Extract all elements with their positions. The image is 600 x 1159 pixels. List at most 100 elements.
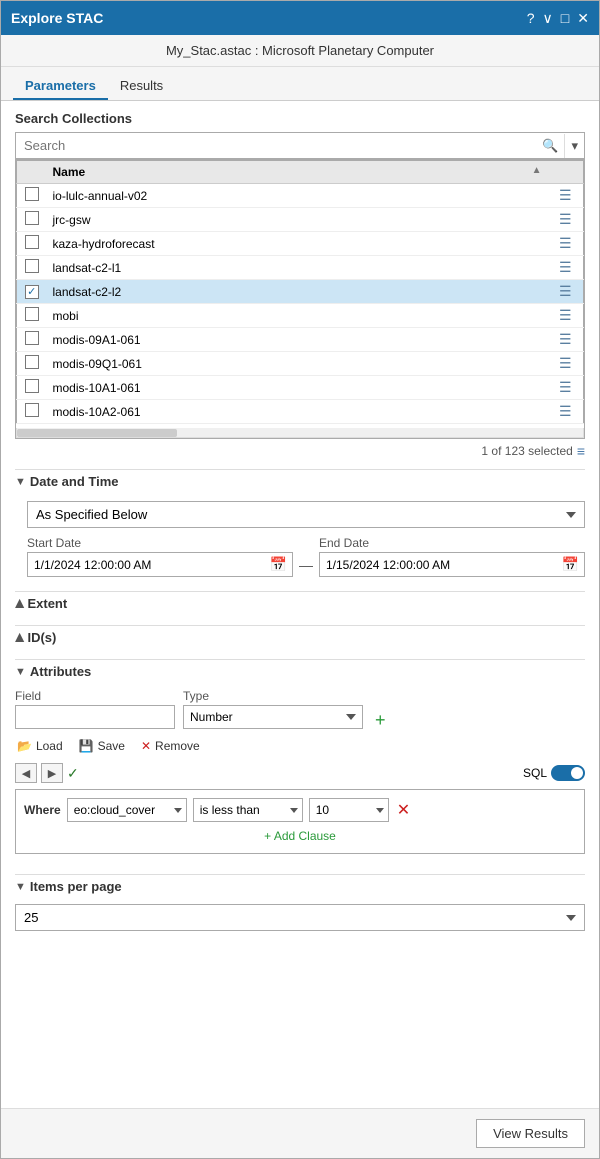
end-date-calendar-icon[interactable]: 📅 — [557, 553, 584, 576]
row-info-icon[interactable]: ☰ — [548, 400, 584, 424]
window-title: Explore STAC — [11, 10, 103, 26]
row-check-cell[interactable] — [17, 376, 47, 400]
view-results-button[interactable]: View Results — [476, 1119, 585, 1148]
extent-section: ▶ Extent — [15, 591, 585, 615]
checkbox[interactable] — [25, 307, 39, 321]
row-info-icon[interactable]: ☰ — [548, 376, 584, 400]
row-name: landsat-c2-l1 — [47, 256, 548, 280]
search-dropdown-arrow[interactable]: ▾ — [564, 134, 584, 158]
table-header-row: Name ▲ — [17, 161, 584, 184]
attributes-header[interactable]: ▼ Attributes — [15, 659, 585, 683]
sql-toggle-thumb — [571, 767, 583, 779]
date-separator: — — [299, 541, 313, 573]
row-check-cell[interactable] — [17, 256, 47, 280]
checkbox[interactable] — [25, 259, 39, 273]
type-select[interactable]: Number String Date — [183, 705, 363, 729]
row-check-cell[interactable] — [17, 280, 47, 304]
header-icon — [548, 161, 584, 184]
checkbox[interactable] — [25, 235, 39, 249]
load-icon: 📂 — [17, 739, 32, 753]
sql-toggle-track[interactable] — [551, 765, 585, 781]
add-clause-button[interactable]: + Add Clause — [264, 829, 336, 843]
collapse-icon[interactable]: ∨ — [543, 10, 553, 27]
start-date-group: Start Date 📅 — [27, 536, 293, 577]
where-delete-button[interactable]: ✕ — [397, 800, 410, 820]
date-time-header[interactable]: ▼ Date and Time — [15, 469, 585, 493]
table-row: mobi☰ — [17, 304, 584, 328]
items-per-page-select[interactable]: 10 25 50 100 — [15, 904, 585, 931]
row-check-cell[interactable] — [17, 232, 47, 256]
row-info-icon[interactable]: ☰ — [548, 280, 584, 304]
load-button[interactable]: 📂 Load — [15, 737, 65, 755]
ids-section: ▶ ID(s) — [15, 625, 585, 649]
items-per-page-header[interactable]: ▼ Items per page — [15, 874, 585, 898]
horizontal-scrollbar[interactable] — [16, 428, 584, 438]
remove-button[interactable]: ✕ Remove — [139, 737, 202, 755]
row-name: kaza-hydroforecast — [47, 232, 548, 256]
tab-results[interactable]: Results — [108, 73, 175, 100]
row-info-icon[interactable]: ☰ — [548, 184, 584, 208]
table-row: io-lulc-annual-v02☰ — [17, 184, 584, 208]
row-info-icon[interactable]: ☰ — [548, 208, 584, 232]
start-date-input[interactable] — [28, 554, 265, 576]
where-value-select[interactable]: 10 20 50 100 — [309, 798, 389, 822]
collection-table-scroll[interactable]: Name ▲ io-lulc-annual-v02☰jrc-gsw☰kaza-h… — [16, 160, 584, 428]
extent-header[interactable]: ▶ Extent — [15, 591, 585, 615]
field-input[interactable] — [15, 705, 175, 729]
help-icon[interactable]: ? — [527, 10, 535, 26]
checkbox[interactable] — [25, 355, 39, 369]
table-icon: ☰ — [559, 235, 572, 251]
checkbox[interactable] — [25, 403, 39, 417]
checkbox[interactable] — [25, 285, 39, 299]
row-check-cell[interactable] — [17, 184, 47, 208]
filter-back-button[interactable]: ◀ — [15, 763, 37, 783]
tabs-bar: Parameters Results — [1, 67, 599, 101]
search-collections-label: Search Collections — [15, 111, 585, 126]
start-date-input-wrap: 📅 — [27, 552, 293, 577]
row-name: modis-09Q1-061 — [47, 352, 548, 376]
save-button[interactable]: 💾 Save — [77, 737, 127, 755]
row-check-cell[interactable] — [17, 352, 47, 376]
checkbox[interactable] — [25, 187, 39, 201]
table-row: jrc-gsw ☰ — [17, 208, 584, 232]
table-icon: ☰ — [559, 211, 572, 227]
row-name: jrc-gsw — [47, 208, 548, 232]
add-attribute-button[interactable]: + — [371, 711, 390, 729]
action-row: 📂 Load 💾 Save ✕ Remove — [15, 737, 585, 755]
filter-forward-button[interactable]: ▶ — [41, 763, 63, 783]
table-row: kaza-hydroforecast ☰ — [17, 232, 584, 256]
row-info-icon[interactable]: ☰ — [548, 304, 584, 328]
row-check-cell[interactable] — [17, 208, 47, 232]
collection-info-icon: ≡ — [577, 443, 585, 459]
checkbox[interactable] — [25, 331, 39, 345]
date-range-select[interactable]: As Specified Below All Dates Today This … — [27, 501, 585, 528]
row-check-cell[interactable] — [17, 304, 47, 328]
ids-header[interactable]: ▶ ID(s) — [15, 625, 585, 649]
checkbox[interactable] — [25, 379, 39, 393]
row-info-icon[interactable]: ☰ — [548, 232, 584, 256]
where-field-select[interactable]: eo:cloud_cover platform datetime — [67, 798, 187, 822]
date-time-section: ▼ Date and Time As Specified Below All D… — [15, 469, 585, 581]
search-input[interactable] — [16, 133, 536, 158]
table-row: modis-10A1-061☰ — [17, 376, 584, 400]
row-check-cell[interactable] — [17, 328, 47, 352]
row-check-cell[interactable] — [17, 400, 47, 424]
row-info-icon[interactable]: ☰ — [548, 328, 584, 352]
row-info-icon[interactable]: ☰ — [548, 352, 584, 376]
filter-check-icon[interactable]: ✓ — [67, 765, 79, 782]
start-date-calendar-icon[interactable]: 📅 — [265, 553, 292, 576]
end-date-input[interactable] — [320, 554, 557, 576]
where-operator-select[interactable]: is less than is greater than equals not … — [193, 798, 303, 822]
where-label: Where — [24, 803, 61, 817]
table-icon: ☰ — [559, 259, 572, 275]
checkbox[interactable] — [25, 211, 39, 225]
attributes-body: Field Type Number String Date + — [15, 683, 585, 864]
close-icon[interactable]: ✕ — [577, 10, 589, 27]
table-row: landsat-c2-l1 ☰ — [17, 256, 584, 280]
restore-icon[interactable]: □ — [561, 10, 569, 26]
filter-toolbar: ◀ ▶ ✓ SQL — [15, 763, 585, 783]
field-group: Field — [15, 689, 175, 729]
row-info-icon[interactable]: ☰ — [548, 256, 584, 280]
tab-parameters[interactable]: Parameters — [13, 73, 108, 100]
header-name[interactable]: Name ▲ — [47, 161, 548, 184]
